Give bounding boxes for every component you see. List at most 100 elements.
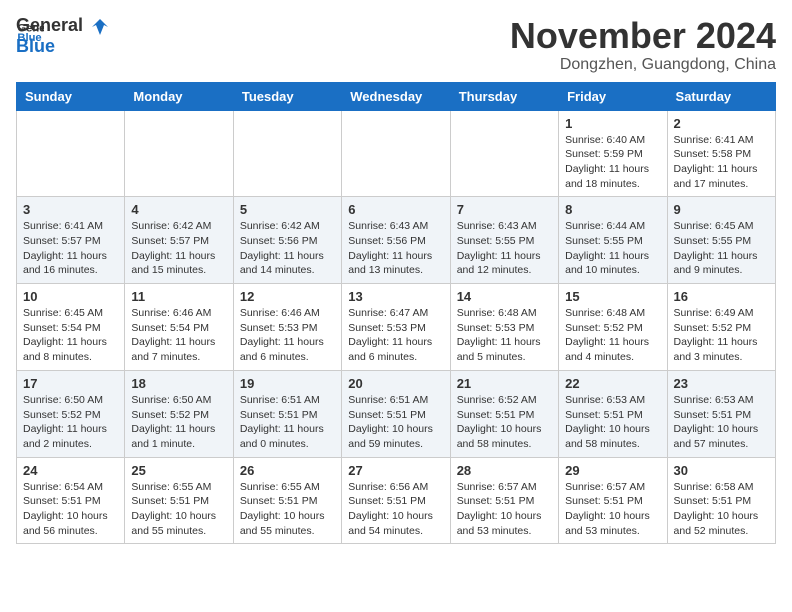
- day-number: 25: [131, 463, 226, 478]
- day-number: 29: [565, 463, 660, 478]
- table-row: 2 Sunrise: 6:41 AMSunset: 5:58 PMDaylight…: [667, 110, 775, 197]
- page-header: General Blue November 2024 Dongzhen, Gua…: [16, 16, 776, 74]
- day-info: Sunrise: 6:43 AMSunset: 5:56 PMDaylight:…: [348, 219, 443, 278]
- table-row: 26 Sunrise: 6:55 AMSunset: 5:51 PMDayligh…: [233, 457, 341, 544]
- location-title: Dongzhen, Guangdong, China: [510, 56, 776, 74]
- day-number: 6: [348, 202, 443, 217]
- day-info: Sunrise: 6:50 AMSunset: 5:52 PMDaylight:…: [23, 393, 118, 452]
- month-title: November 2024: [510, 16, 776, 56]
- day-info: Sunrise: 6:46 AMSunset: 5:54 PMDaylight:…: [131, 306, 226, 365]
- calendar-week-3: 10 Sunrise: 6:45 AMSunset: 5:54 PMDayligh…: [17, 284, 776, 371]
- table-row: 27 Sunrise: 6:56 AMSunset: 5:51 PMDayligh…: [342, 457, 450, 544]
- day-number: 21: [457, 376, 552, 391]
- table-row: 1 Sunrise: 6:40 AMSunset: 5:59 PMDaylight…: [559, 110, 667, 197]
- table-row: [342, 110, 450, 197]
- day-number: 15: [565, 289, 660, 304]
- day-info: Sunrise: 6:50 AMSunset: 5:52 PMDaylight:…: [131, 393, 226, 452]
- table-row: [125, 110, 233, 197]
- day-number: 30: [674, 463, 769, 478]
- col-saturday: Saturday: [667, 82, 775, 110]
- day-number: 13: [348, 289, 443, 304]
- day-info: Sunrise: 6:42 AMSunset: 5:57 PMDaylight:…: [131, 219, 226, 278]
- table-row: 3Sunrise: 6:41 AMSunset: 5:57 PMDaylight…: [17, 197, 125, 284]
- day-info: Sunrise: 6:51 AMSunset: 5:51 PMDaylight:…: [348, 393, 443, 452]
- day-info: Sunrise: 6:46 AMSunset: 5:53 PMDaylight:…: [240, 306, 335, 365]
- col-monday: Monday: [125, 82, 233, 110]
- day-number: 4: [131, 202, 226, 217]
- day-number: 19: [240, 376, 335, 391]
- day-number: 28: [457, 463, 552, 478]
- day-info: Sunrise: 6:55 AMSunset: 5:51 PMDaylight:…: [240, 480, 335, 539]
- day-info: Sunrise: 6:41 AMSunset: 5:58 PMDaylight:…: [674, 133, 769, 192]
- day-info: Sunrise: 6:51 AMSunset: 5:51 PMDaylight:…: [240, 393, 335, 452]
- day-number: 1: [565, 116, 660, 131]
- table-row: 12 Sunrise: 6:46 AMSunset: 5:53 PMDayligh…: [233, 284, 341, 371]
- day-info: Sunrise: 6:45 AMSunset: 5:54 PMDaylight:…: [23, 306, 118, 365]
- day-info: Sunrise: 6:49 AMSunset: 5:52 PMDaylight:…: [674, 306, 769, 365]
- logo-blue: Blue: [16, 36, 55, 56]
- table-row: 25Sunrise: 6:55 AMSunset: 5:51 PMDayligh…: [125, 457, 233, 544]
- table-row: 6 Sunrise: 6:43 AMSunset: 5:56 PMDaylight…: [342, 197, 450, 284]
- day-info: Sunrise: 6:47 AMSunset: 5:53 PMDaylight:…: [348, 306, 443, 365]
- day-number: 14: [457, 289, 552, 304]
- day-info: Sunrise: 6:40 AMSunset: 5:59 PMDaylight:…: [565, 133, 660, 192]
- day-number: 20: [348, 376, 443, 391]
- day-number: 7: [457, 202, 552, 217]
- day-info: Sunrise: 6:54 AMSunset: 5:51 PMDaylight:…: [23, 480, 118, 539]
- day-info: Sunrise: 6:56 AMSunset: 5:51 PMDaylight:…: [348, 480, 443, 539]
- day-info: Sunrise: 6:58 AMSunset: 5:51 PMDaylight:…: [674, 480, 769, 539]
- table-row: 23 Sunrise: 6:53 AMSunset: 5:51 PMDayligh…: [667, 370, 775, 457]
- table-row: 29 Sunrise: 6:57 AMSunset: 5:51 PMDayligh…: [559, 457, 667, 544]
- table-row: 11 Sunrise: 6:46 AMSunset: 5:54 PMDayligh…: [125, 284, 233, 371]
- day-number: 3: [23, 202, 118, 217]
- calendar-week-5: 24 Sunrise: 6:54 AMSunset: 5:51 PMDayligh…: [17, 457, 776, 544]
- day-info: Sunrise: 6:53 AMSunset: 5:51 PMDaylight:…: [565, 393, 660, 452]
- day-number: 26: [240, 463, 335, 478]
- day-info: Sunrise: 6:48 AMSunset: 5:53 PMDaylight:…: [457, 306, 552, 365]
- table-row: 9 Sunrise: 6:45 AMSunset: 5:55 PMDaylight…: [667, 197, 775, 284]
- table-row: 18 Sunrise: 6:50 AMSunset: 5:52 PMDayligh…: [125, 370, 233, 457]
- title-block: November 2024 Dongzhen, Guangdong, China: [510, 16, 776, 74]
- table-row: 24 Sunrise: 6:54 AMSunset: 5:51 PMDayligh…: [17, 457, 125, 544]
- table-row: 19 Sunrise: 6:51 AMSunset: 5:51 PMDayligh…: [233, 370, 341, 457]
- day-info: Sunrise: 6:53 AMSunset: 5:51 PMDaylight:…: [674, 393, 769, 452]
- day-number: 24: [23, 463, 118, 478]
- day-number: 12: [240, 289, 335, 304]
- table-row: [233, 110, 341, 197]
- col-thursday: Thursday: [450, 82, 558, 110]
- day-number: 5: [240, 202, 335, 217]
- table-row: 14 Sunrise: 6:48 AMSunset: 5:53 PMDayligh…: [450, 284, 558, 371]
- day-number: 17: [23, 376, 118, 391]
- day-number: 9: [674, 202, 769, 217]
- col-tuesday: Tuesday: [233, 82, 341, 110]
- table-row: 20 Sunrise: 6:51 AMSunset: 5:51 PMDayligh…: [342, 370, 450, 457]
- table-row: 22 Sunrise: 6:53 AMSunset: 5:51 PMDayligh…: [559, 370, 667, 457]
- table-row: 8Sunrise: 6:44 AMSunset: 5:55 PMDaylight…: [559, 197, 667, 284]
- day-info: Sunrise: 6:57 AMSunset: 5:51 PMDaylight:…: [457, 480, 552, 539]
- table-row: 17 Sunrise: 6:50 AMSunset: 5:52 PMDayligh…: [17, 370, 125, 457]
- day-info: Sunrise: 6:57 AMSunset: 5:51 PMDaylight:…: [565, 480, 660, 539]
- table-row: [450, 110, 558, 197]
- day-number: 22: [565, 376, 660, 391]
- table-row: [17, 110, 125, 197]
- calendar-container: Sunday Monday Tuesday Wednesday Thursday…: [16, 82, 776, 545]
- day-number: 18: [131, 376, 226, 391]
- table-row: 5Sunrise: 6:42 AMSunset: 5:56 PMDaylight…: [233, 197, 341, 284]
- logo-bird-icon: [90, 17, 110, 37]
- table-row: 16Sunrise: 6:49 AMSunset: 5:52 PMDayligh…: [667, 284, 775, 371]
- day-info: Sunrise: 6:43 AMSunset: 5:55 PMDaylight:…: [457, 219, 552, 278]
- day-number: 11: [131, 289, 226, 304]
- calendar-table: Sunday Monday Tuesday Wednesday Thursday…: [16, 82, 776, 545]
- col-wednesday: Wednesday: [342, 82, 450, 110]
- day-info: Sunrise: 6:45 AMSunset: 5:55 PMDaylight:…: [674, 219, 769, 278]
- day-number: 10: [23, 289, 118, 304]
- day-number: 27: [348, 463, 443, 478]
- calendar-week-2: 3Sunrise: 6:41 AMSunset: 5:57 PMDaylight…: [17, 197, 776, 284]
- col-sunday: Sunday: [17, 82, 125, 110]
- day-number: 2: [674, 116, 769, 131]
- table-row: 7 Sunrise: 6:43 AMSunset: 5:55 PMDaylight…: [450, 197, 558, 284]
- table-row: 28 Sunrise: 6:57 AMSunset: 5:51 PMDayligh…: [450, 457, 558, 544]
- col-friday: Friday: [559, 82, 667, 110]
- day-number: 23: [674, 376, 769, 391]
- table-row: 30 Sunrise: 6:58 AMSunset: 5:51 PMDayligh…: [667, 457, 775, 544]
